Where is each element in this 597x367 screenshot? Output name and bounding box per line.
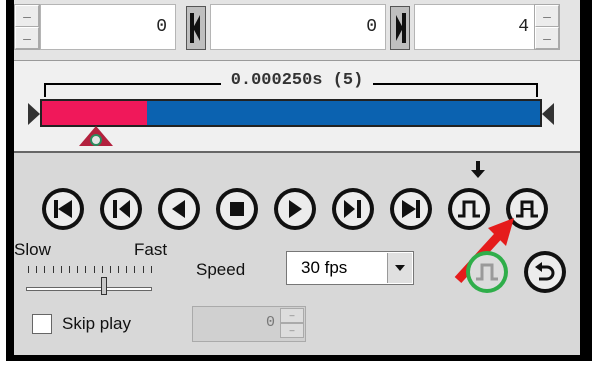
last-frame-button[interactable] <box>390 188 432 230</box>
first-frame-icon <box>54 200 72 218</box>
step-forward-icon <box>344 200 361 218</box>
chevron-down-icon <box>395 264 405 271</box>
pulse-toggle-icon <box>516 200 538 218</box>
start-marker-button[interactable] <box>186 6 206 50</box>
start-frame-up[interactable]: – <box>15 5 39 27</box>
frame-range-bar: – – 0 0 4 – – <box>14 0 580 61</box>
play-back-icon <box>172 200 185 218</box>
left-marker-icon <box>190 13 200 43</box>
down-arrow-icon <box>471 161 485 178</box>
start-frame-field[interactable]: 0 <box>40 4 176 50</box>
loop-icon <box>535 262 555 281</box>
track-left-cap-icon <box>28 103 40 125</box>
play-icon <box>289 200 302 218</box>
playback-panel: – – 0 0 4 – – 0.000250s (5) Slow Fast Sp… <box>14 0 580 355</box>
loop-pulse-button[interactable] <box>466 251 508 293</box>
timeline-track[interactable] <box>40 99 542 127</box>
first-frame-button[interactable] <box>42 188 84 230</box>
step-back-button[interactable] <box>100 188 142 230</box>
fps-select[interactable]: 30 fps <box>286 251 414 285</box>
last-frame-icon <box>402 200 420 218</box>
play-back-button[interactable] <box>158 188 200 230</box>
start-frame-down[interactable]: – <box>15 27 39 49</box>
end-frame-down[interactable]: – <box>535 27 559 49</box>
end-frame-up[interactable]: – <box>535 5 559 27</box>
stop-button[interactable] <box>216 188 258 230</box>
stop-icon <box>230 202 244 216</box>
end-marker-button[interactable] <box>390 6 410 50</box>
skip-play-checkbox[interactable] <box>32 314 52 334</box>
step-forward-button[interactable] <box>332 188 374 230</box>
timeline-progress <box>42 101 147 125</box>
skip-count-up: – <box>280 308 304 323</box>
speed-ticks <box>28 266 152 274</box>
duration-label: 0.000250s (5) <box>220 71 374 90</box>
timeline: 0.000250s (5) <box>14 61 580 153</box>
speed-slider-thumb[interactable] <box>101 277 108 295</box>
right-marker-icon <box>396 13 406 43</box>
speed-label: Speed <box>196 260 246 279</box>
start-frame-stepper[interactable]: – – <box>14 4 40 50</box>
skip-count-stepper: – – <box>280 308 304 340</box>
track-right-cap-icon <box>542 103 554 125</box>
fps-value: 30 fps <box>301 258 348 277</box>
speed-slider-track[interactable] <box>26 287 152 291</box>
playhead-icon[interactable] <box>78 125 114 147</box>
duration-label-row: 0.000250s (5) <box>14 71 580 90</box>
skip-count-down: – <box>280 323 304 338</box>
play-button[interactable] <box>274 188 316 230</box>
end-frame-field[interactable]: 4 <box>414 4 538 50</box>
skip-count-value: 0 <box>265 314 275 331</box>
fps-dropdown-button[interactable] <box>387 253 412 283</box>
current-frame-field[interactable]: 0 <box>210 4 386 50</box>
skip-play-label: Skip play <box>62 314 131 333</box>
step-back-icon <box>113 200 130 218</box>
fast-label: Fast <box>134 240 168 259</box>
loop-button[interactable] <box>524 251 566 293</box>
end-frame-stepper[interactable]: – – <box>534 4 560 50</box>
slow-label: Slow <box>14 240 51 259</box>
loop-pulse-icon <box>476 263 498 281</box>
skip-count-field: 0 – – <box>192 306 306 342</box>
